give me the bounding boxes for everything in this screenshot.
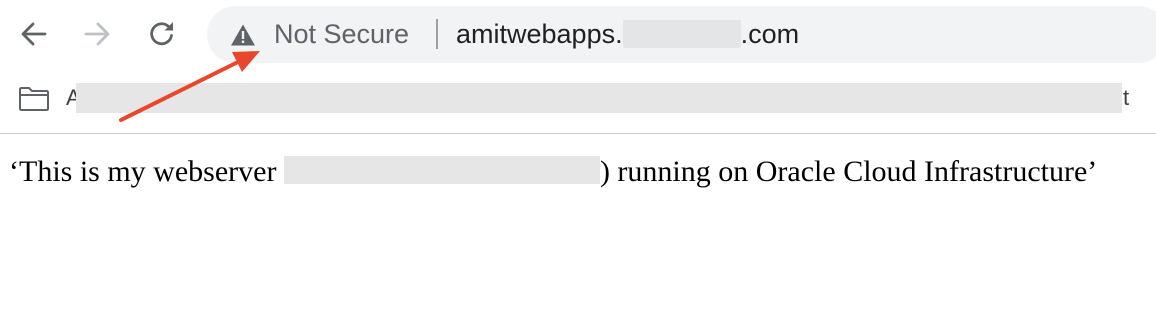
bookmarks-bar: A t bbox=[0, 73, 1156, 123]
address-bar[interactable]: Not Secure amitwebapps. .com bbox=[207, 6, 1156, 63]
url-suffix: .com bbox=[740, 19, 800, 49]
page-body-text: ‘This is my webserver ) running on Oracl… bbox=[9, 154, 1097, 190]
toolbar-divider bbox=[0, 133, 1156, 134]
browser-chrome: Not Secure amitwebapps. .com A t bbox=[0, 0, 1156, 134]
url-redaction bbox=[622, 20, 741, 48]
url-text[interactable]: amitwebapps. .com bbox=[456, 17, 799, 51]
folder-icon[interactable] bbox=[18, 86, 50, 112]
forward-button[interactable] bbox=[80, 17, 114, 51]
url-prefix: amitwebapps. bbox=[456, 19, 623, 49]
back-button[interactable] bbox=[17, 17, 51, 51]
warning-triangle-icon[interactable] bbox=[230, 23, 256, 47]
security-status-label[interactable]: Not Secure bbox=[274, 17, 409, 51]
body-text-before: ‘This is my webserver bbox=[9, 155, 284, 188]
bookmark-redaction bbox=[76, 83, 1122, 113]
bookmark-label-end[interactable]: t bbox=[1123, 84, 1129, 112]
reload-button[interactable] bbox=[145, 17, 179, 51]
reload-icon bbox=[150, 22, 173, 46]
arrow-left-icon bbox=[21, 22, 47, 46]
body-text-after: ) running on Oracle Cloud Infrastructure… bbox=[599, 155, 1098, 188]
arrow-right-icon bbox=[84, 22, 110, 46]
body-redaction bbox=[283, 156, 600, 184]
omnibox-divider bbox=[436, 19, 438, 49]
